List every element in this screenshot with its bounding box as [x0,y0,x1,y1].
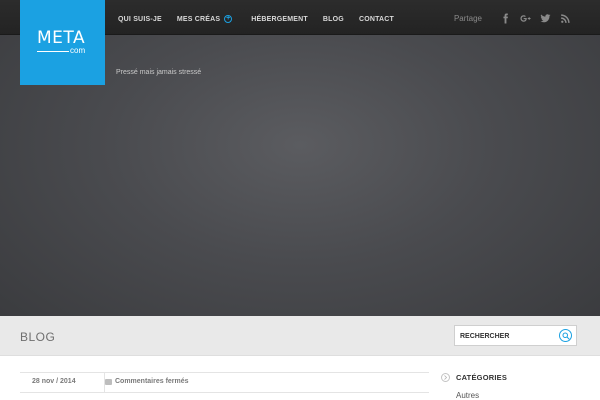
site-logo[interactable]: META com [20,0,105,85]
nav-item-qui-suis-je[interactable]: QUI SUIS-JE [118,16,162,23]
share-bar: Partage [454,11,572,25]
nav-item-label: CONTACT [358,15,395,23]
logo-underline [37,51,69,52]
facebook-icon[interactable] [498,11,512,25]
plus-circle-icon: + [224,15,233,23]
site-tagline: Pressé mais jamais stressé [116,69,202,76]
nav-item-hebergement[interactable]: HÉBERGEMENT [251,16,308,23]
main-menu: QUI SUIS-JE MES CRÉAS + HÉBERGEMENT BLOG… [118,13,409,25]
nav-item-label: BLOG [322,15,344,23]
post-meta-bar: 28 nov / 2014 Commentaires fermés [20,372,429,393]
search-icon [562,332,570,340]
nav-item-label: MES CRÉAS [176,15,221,23]
google-plus-icon[interactable] [518,11,532,25]
page-title-bar: BLOG [0,316,600,356]
page-title: BLOG [20,330,56,344]
logo-suffix: com [70,46,86,55]
logo-wordmark: META [37,28,86,48]
nav-item-contact[interactable]: CONTACT [359,16,394,23]
categories-heading: CATÉGORIES [456,373,508,382]
nav-item-blog[interactable]: BLOG [323,16,344,23]
twitter-icon[interactable] [538,11,552,25]
rss-icon[interactable] [558,11,572,25]
search-box [454,325,577,346]
nav-item-label: QUI SUIS-JE [118,15,162,23]
share-label: Partage [453,13,482,23]
category-link[interactable]: Autres [456,391,479,400]
search-button[interactable] [559,329,572,342]
nav-item-label: HÉBERGEMENT [251,15,308,23]
search-input[interactable] [460,331,555,341]
comment-icon [105,379,112,385]
nav-item-mes-creas[interactable]: MES CRÉAS + [176,15,233,23]
post-comments-status: Commentaires fermés [115,378,189,385]
post-date: 28 nov / 2014 [32,378,76,385]
arrow-circle-icon [441,373,450,382]
